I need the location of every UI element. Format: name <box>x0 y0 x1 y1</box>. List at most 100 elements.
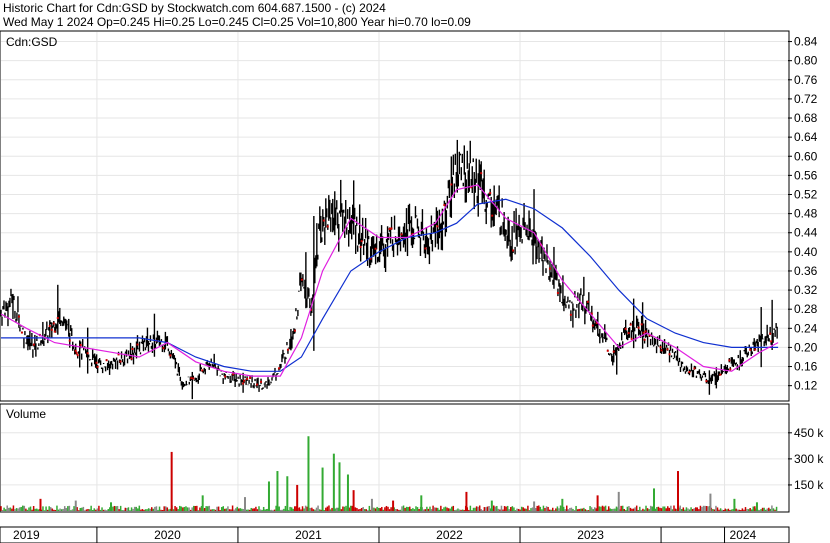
price-dot <box>693 367 696 370</box>
volume-tick-label: 450 k <box>794 426 824 440</box>
price-tick-label: 0.64 <box>794 130 818 144</box>
price-dot <box>326 225 329 228</box>
price-dot <box>640 323 643 326</box>
price-dot <box>624 327 627 330</box>
price-dot <box>728 359 731 362</box>
price-tick-label: 0.32 <box>794 283 818 297</box>
price-tick-label: 0.52 <box>794 187 818 201</box>
price-dot <box>300 278 303 281</box>
price-tick-label: 0.40 <box>794 245 818 259</box>
price-tick-label: 0.48 <box>794 207 818 221</box>
volume-tick-label: 300 k <box>794 452 824 466</box>
price-dot <box>20 331 23 334</box>
price-dot <box>242 382 245 385</box>
price-dot <box>359 245 362 248</box>
price-dot <box>390 227 393 230</box>
price-dot <box>400 233 403 236</box>
price-dot <box>719 373 722 376</box>
price-dot <box>68 339 71 342</box>
price-tick-label: 0.76 <box>794 73 818 87</box>
price-dot <box>436 225 439 228</box>
x-tick-label: 2024 <box>730 528 757 542</box>
price-dot <box>586 300 589 303</box>
price-dot <box>169 354 172 357</box>
price-dot <box>642 331 645 334</box>
price-dot <box>754 348 757 351</box>
price-dot <box>660 349 663 352</box>
price-dot <box>50 328 53 331</box>
price-dot <box>480 172 483 175</box>
price-dot <box>322 219 325 222</box>
price-dot <box>688 371 691 374</box>
price-dot <box>666 348 669 351</box>
price-dot <box>105 359 108 362</box>
price-dot <box>32 343 35 346</box>
price-dot <box>246 377 249 380</box>
price-dot <box>489 192 492 195</box>
x-tick-label: 2022 <box>436 528 463 542</box>
price-dot <box>74 349 77 352</box>
price-dot <box>591 324 594 327</box>
price-dot <box>162 347 165 350</box>
x-tick-label: 2023 <box>577 528 604 542</box>
price-dot <box>119 360 122 363</box>
price-dot <box>48 324 51 327</box>
price-dot <box>569 313 572 316</box>
price-tick-label: 0.84 <box>794 35 818 49</box>
x-tick-label: 2020 <box>154 528 181 542</box>
price-tick-label: 0.80 <box>794 54 818 68</box>
price-dot <box>360 240 363 243</box>
price-dot <box>130 357 133 360</box>
price-dot <box>629 323 632 326</box>
x-axis-strip <box>0 526 790 543</box>
price-tick-label: 0.20 <box>794 340 818 354</box>
price-dot <box>131 347 134 350</box>
price-dot <box>95 361 98 364</box>
price-dot <box>769 332 772 335</box>
price-dot <box>224 375 227 378</box>
price-dot <box>749 348 752 351</box>
price-tick-label: 0.16 <box>794 360 818 374</box>
price-dot <box>705 380 708 383</box>
price-dot <box>53 330 56 333</box>
volume-tick-label: 150 k <box>794 478 824 492</box>
price-dot <box>136 343 139 346</box>
price-tick-label: 0.24 <box>794 321 818 335</box>
price-dot <box>612 350 615 353</box>
price-dot <box>659 346 662 349</box>
price-dot <box>96 365 99 368</box>
price-dot <box>443 204 446 207</box>
price-dot <box>286 348 289 351</box>
price-dot <box>450 183 453 186</box>
price-dot <box>201 369 204 372</box>
price-dot <box>512 249 515 252</box>
price-dot <box>770 340 773 343</box>
price-dot <box>556 291 559 294</box>
price-dot <box>52 322 55 325</box>
price-dot <box>644 330 647 333</box>
price-dot <box>249 376 252 379</box>
price-dot <box>491 214 494 217</box>
price-tick-label: 0.60 <box>794 149 818 163</box>
price-dot <box>627 332 630 335</box>
price-dot <box>86 352 89 355</box>
price-tick-label: 0.28 <box>794 302 818 316</box>
x-tick-label: 2019 <box>13 528 40 542</box>
price-dot <box>630 337 633 340</box>
price-dot <box>637 326 640 329</box>
stock-chart: 0.12 0.16 0.20 0.24 0.28 0.32 0.36 0.40 0.44 0.48… <box>0 30 824 543</box>
price-dot <box>75 351 78 354</box>
price-tick-label: 0.56 <box>794 168 818 182</box>
price-dot <box>293 329 296 332</box>
price-dot <box>243 379 246 382</box>
price-tick-label: 0.72 <box>794 92 818 106</box>
price-dot <box>729 368 732 371</box>
price-tick-label: 0.12 <box>794 379 818 393</box>
volume-panel <box>0 403 790 513</box>
price-dot <box>668 353 671 356</box>
x-tick-label: 2021 <box>295 528 322 542</box>
price-dot <box>643 338 646 341</box>
price-dot <box>192 377 195 380</box>
price-tick-label: 0.44 <box>794 226 818 240</box>
price-dot <box>190 377 193 380</box>
